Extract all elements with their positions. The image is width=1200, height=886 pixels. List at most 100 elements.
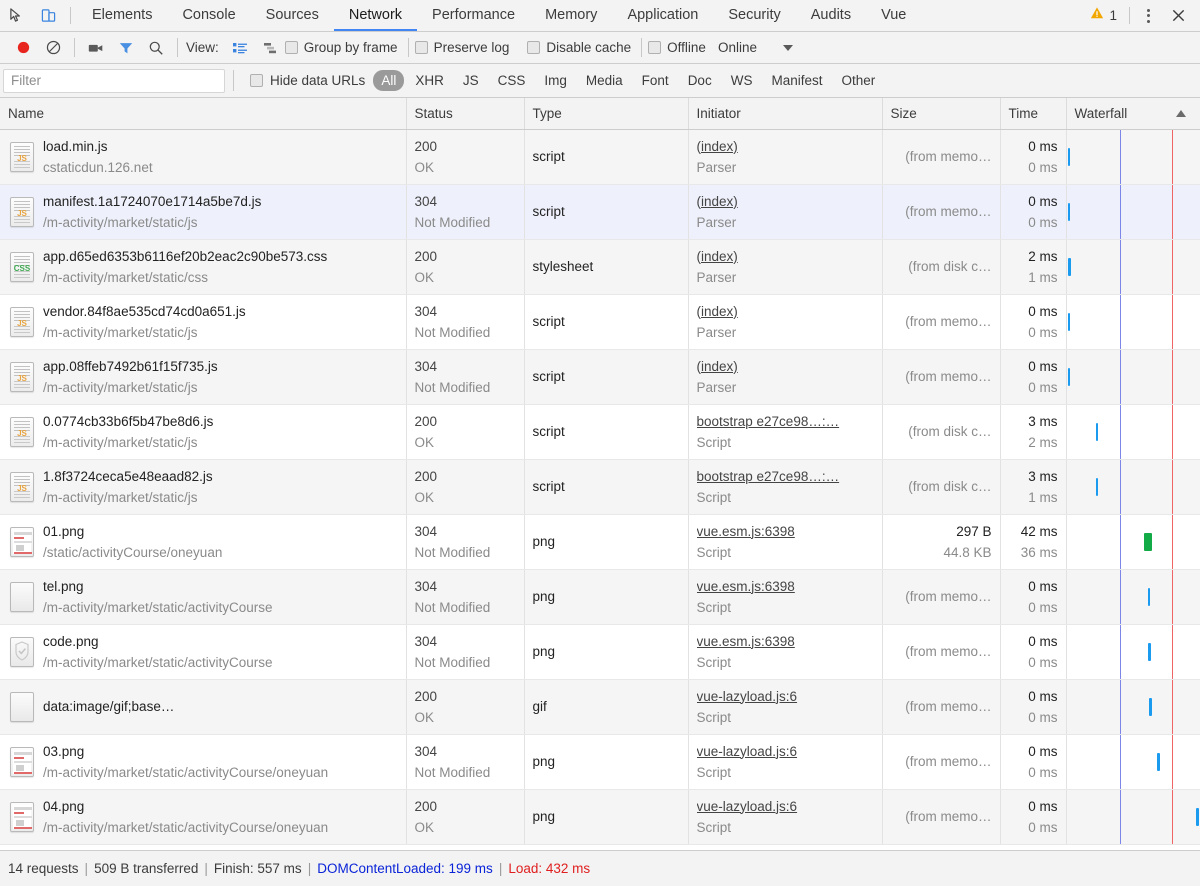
- column-header-status[interactable]: Status: [406, 98, 525, 130]
- initiator-link[interactable]: vue-lazyload.js:6: [697, 799, 874, 814]
- waterfall-bar[interactable]: [1067, 257, 1072, 276]
- tab-vue[interactable]: Vue: [866, 0, 921, 31]
- cell-initiator[interactable]: (index) Parser: [688, 349, 883, 405]
- tab-application[interactable]: Application: [612, 0, 713, 31]
- table-row[interactable]: JS 1.8f3724ceca5e48eaad82.js/m-activity/m…: [0, 459, 1200, 515]
- waterfall-bar[interactable]: [1095, 422, 1099, 441]
- table-row[interactable]: code.png/m-activity/market/static/activi…: [0, 624, 1200, 680]
- cell-name[interactable]: 01.png/static/activityCourse/oneyuan: [0, 514, 407, 570]
- table-row[interactable]: JS app.08ffeb7492b61f15f735.js/m-activity…: [0, 349, 1200, 405]
- column-header-time[interactable]: Time: [1000, 98, 1067, 130]
- type-filter-doc[interactable]: Doc: [680, 70, 720, 91]
- waterfall-view-icon[interactable]: [255, 35, 285, 61]
- cell-initiator[interactable]: vue-lazyload.js:6 Script: [688, 734, 883, 790]
- type-filter-ws[interactable]: WS: [723, 70, 761, 91]
- type-filter-media[interactable]: Media: [578, 70, 631, 91]
- type-filter-img[interactable]: Img: [536, 70, 575, 91]
- cell-initiator[interactable]: vue-lazyload.js:6 Script: [688, 679, 883, 735]
- initiator-link[interactable]: (index): [697, 304, 874, 319]
- filter-input[interactable]: Filter: [3, 68, 225, 93]
- cell-name[interactable]: data:image/gif;base…: [0, 679, 407, 735]
- filter-funnel-icon[interactable]: [111, 35, 141, 61]
- cell-name[interactable]: tel.png/m-activity/market/static/activit…: [0, 569, 407, 625]
- waterfall-bar[interactable]: [1156, 752, 1160, 771]
- cell-name[interactable]: JS 0.0774cb33b6f5b47be8d6.js/m-activity/m…: [0, 404, 407, 460]
- initiator-link[interactable]: bootstrap e27ce98…:…: [697, 469, 874, 484]
- waterfall-bar[interactable]: [1143, 532, 1152, 551]
- initiator-link[interactable]: vue.esm.js:6398: [697, 579, 874, 594]
- tab-elements[interactable]: Elements: [77, 0, 167, 31]
- type-filter-font[interactable]: Font: [634, 70, 677, 91]
- tab-security[interactable]: Security: [713, 0, 795, 31]
- cell-initiator[interactable]: vue-lazyload.js:6 Script: [688, 789, 883, 845]
- cell-initiator[interactable]: (index) Parser: [688, 184, 883, 240]
- type-filter-css[interactable]: CSS: [490, 70, 534, 91]
- type-filter-manifest[interactable]: Manifest: [763, 70, 830, 91]
- tab-network[interactable]: Network: [333, 0, 418, 31]
- close-icon[interactable]: [1162, 8, 1194, 23]
- table-row[interactable]: JS 0.0774cb33b6f5b47be8d6.js/m-activity/m…: [0, 404, 1200, 460]
- initiator-link[interactable]: vue-lazyload.js:6: [697, 689, 874, 704]
- device-toolbar-icon[interactable]: [32, 0, 64, 31]
- table-row[interactable]: 04.png/m-activity/market/static/activity…: [0, 789, 1200, 845]
- column-header-size[interactable]: Size: [882, 98, 1001, 130]
- cell-name[interactable]: JS app.08ffeb7492b61f15f735.js/m-activity…: [0, 349, 407, 405]
- cell-initiator[interactable]: bootstrap e27ce98…:… Script: [688, 459, 883, 515]
- cell-initiator[interactable]: bootstrap e27ce98…:… Script: [688, 404, 883, 460]
- tab-memory[interactable]: Memory: [530, 0, 612, 31]
- clear-icon[interactable]: [38, 35, 68, 61]
- column-header-type[interactable]: Type: [524, 98, 689, 130]
- cell-initiator[interactable]: (index) Parser: [688, 294, 883, 350]
- cell-name[interactable]: 03.png/m-activity/market/static/activity…: [0, 734, 407, 790]
- tab-console[interactable]: Console: [167, 0, 250, 31]
- cell-initiator[interactable]: vue.esm.js:6398 Script: [688, 569, 883, 625]
- waterfall-bar[interactable]: [1067, 312, 1071, 331]
- cell-initiator[interactable]: vue.esm.js:6398 Script: [688, 624, 883, 680]
- column-header-initiator[interactable]: Initiator: [688, 98, 883, 130]
- group-by-frame-checkbox[interactable]: Group by frame: [284, 40, 398, 55]
- waterfall-bar[interactable]: [1067, 147, 1071, 166]
- waterfall-bar[interactable]: [1196, 807, 1199, 826]
- waterfall-bar[interactable]: [1095, 477, 1099, 496]
- camera-icon[interactable]: [81, 35, 111, 61]
- type-filter-other[interactable]: Other: [833, 70, 883, 91]
- cell-name[interactable]: CSS app.d65ed6353b6116ef20b2eac2c90be573.…: [0, 239, 407, 295]
- cell-name[interactable]: JS manifest.1a1724070e1714a5be7d.js/m-act…: [0, 184, 407, 240]
- hide-data-urls-checkbox[interactable]: Hide data URLs: [250, 73, 365, 88]
- type-filter-xhr[interactable]: XHR: [407, 70, 452, 91]
- kebab-menu-icon[interactable]: [1134, 8, 1162, 23]
- initiator-link[interactable]: (index): [697, 139, 874, 154]
- cell-initiator[interactable]: vue.esm.js:6398 Script: [688, 514, 883, 570]
- tab-performance[interactable]: Performance: [417, 0, 530, 31]
- table-row[interactable]: JS load.min.js cstaticdun.126.net 200 OK scri…: [0, 129, 1200, 185]
- waterfall-bar[interactable]: [1148, 697, 1152, 716]
- cell-name[interactable]: JS vendor.84f8ae535cd74cd0a651.js/m-activ…: [0, 294, 407, 350]
- record-button-icon[interactable]: [8, 35, 38, 61]
- initiator-link[interactable]: vue.esm.js:6398: [697, 524, 874, 539]
- list-view-icon[interactable]: [225, 35, 255, 61]
- throttling-select[interactable]: Online: [718, 40, 793, 55]
- table-row[interactable]: JS manifest.1a1724070e1714a5be7d.js/m-act…: [0, 184, 1200, 240]
- column-header-name[interactable]: Name: [0, 98, 407, 130]
- initiator-link[interactable]: bootstrap e27ce98…:…: [697, 414, 874, 429]
- initiator-link[interactable]: (index): [697, 249, 874, 264]
- cell-name[interactable]: JS load.min.js cstaticdun.126.net: [0, 129, 407, 185]
- tab-audits[interactable]: Audits: [796, 0, 866, 31]
- table-row[interactable]: 03.png/m-activity/market/static/activity…: [0, 734, 1200, 790]
- waterfall-bar[interactable]: [1148, 642, 1151, 661]
- initiator-link[interactable]: vue-lazyload.js:6: [697, 744, 874, 759]
- initiator-link[interactable]: vue.esm.js:6398: [697, 634, 874, 649]
- disable-cache-checkbox[interactable]: Disable cache: [527, 40, 631, 55]
- waterfall-bar[interactable]: [1147, 587, 1151, 606]
- initiator-link[interactable]: (index): [697, 359, 874, 374]
- waterfall-bar[interactable]: [1067, 202, 1071, 221]
- cell-name[interactable]: 04.png/m-activity/market/static/activity…: [0, 789, 407, 845]
- search-icon[interactable]: [141, 35, 171, 61]
- table-row[interactable]: 01.png/static/activityCourse/oneyuan 304 N…: [0, 514, 1200, 570]
- cell-initiator[interactable]: (index) Parser: [688, 129, 883, 185]
- table-row[interactable]: JS vendor.84f8ae535cd74cd0a651.js/m-activ…: [0, 294, 1200, 350]
- tab-sources[interactable]: Sources: [251, 0, 334, 31]
- table-row[interactable]: tel.png/m-activity/market/static/activit…: [0, 569, 1200, 625]
- table-row[interactable]: data:image/gif;base… 200 OK gif vue-lazyload…: [0, 679, 1200, 735]
- type-filter-js[interactable]: JS: [455, 70, 487, 91]
